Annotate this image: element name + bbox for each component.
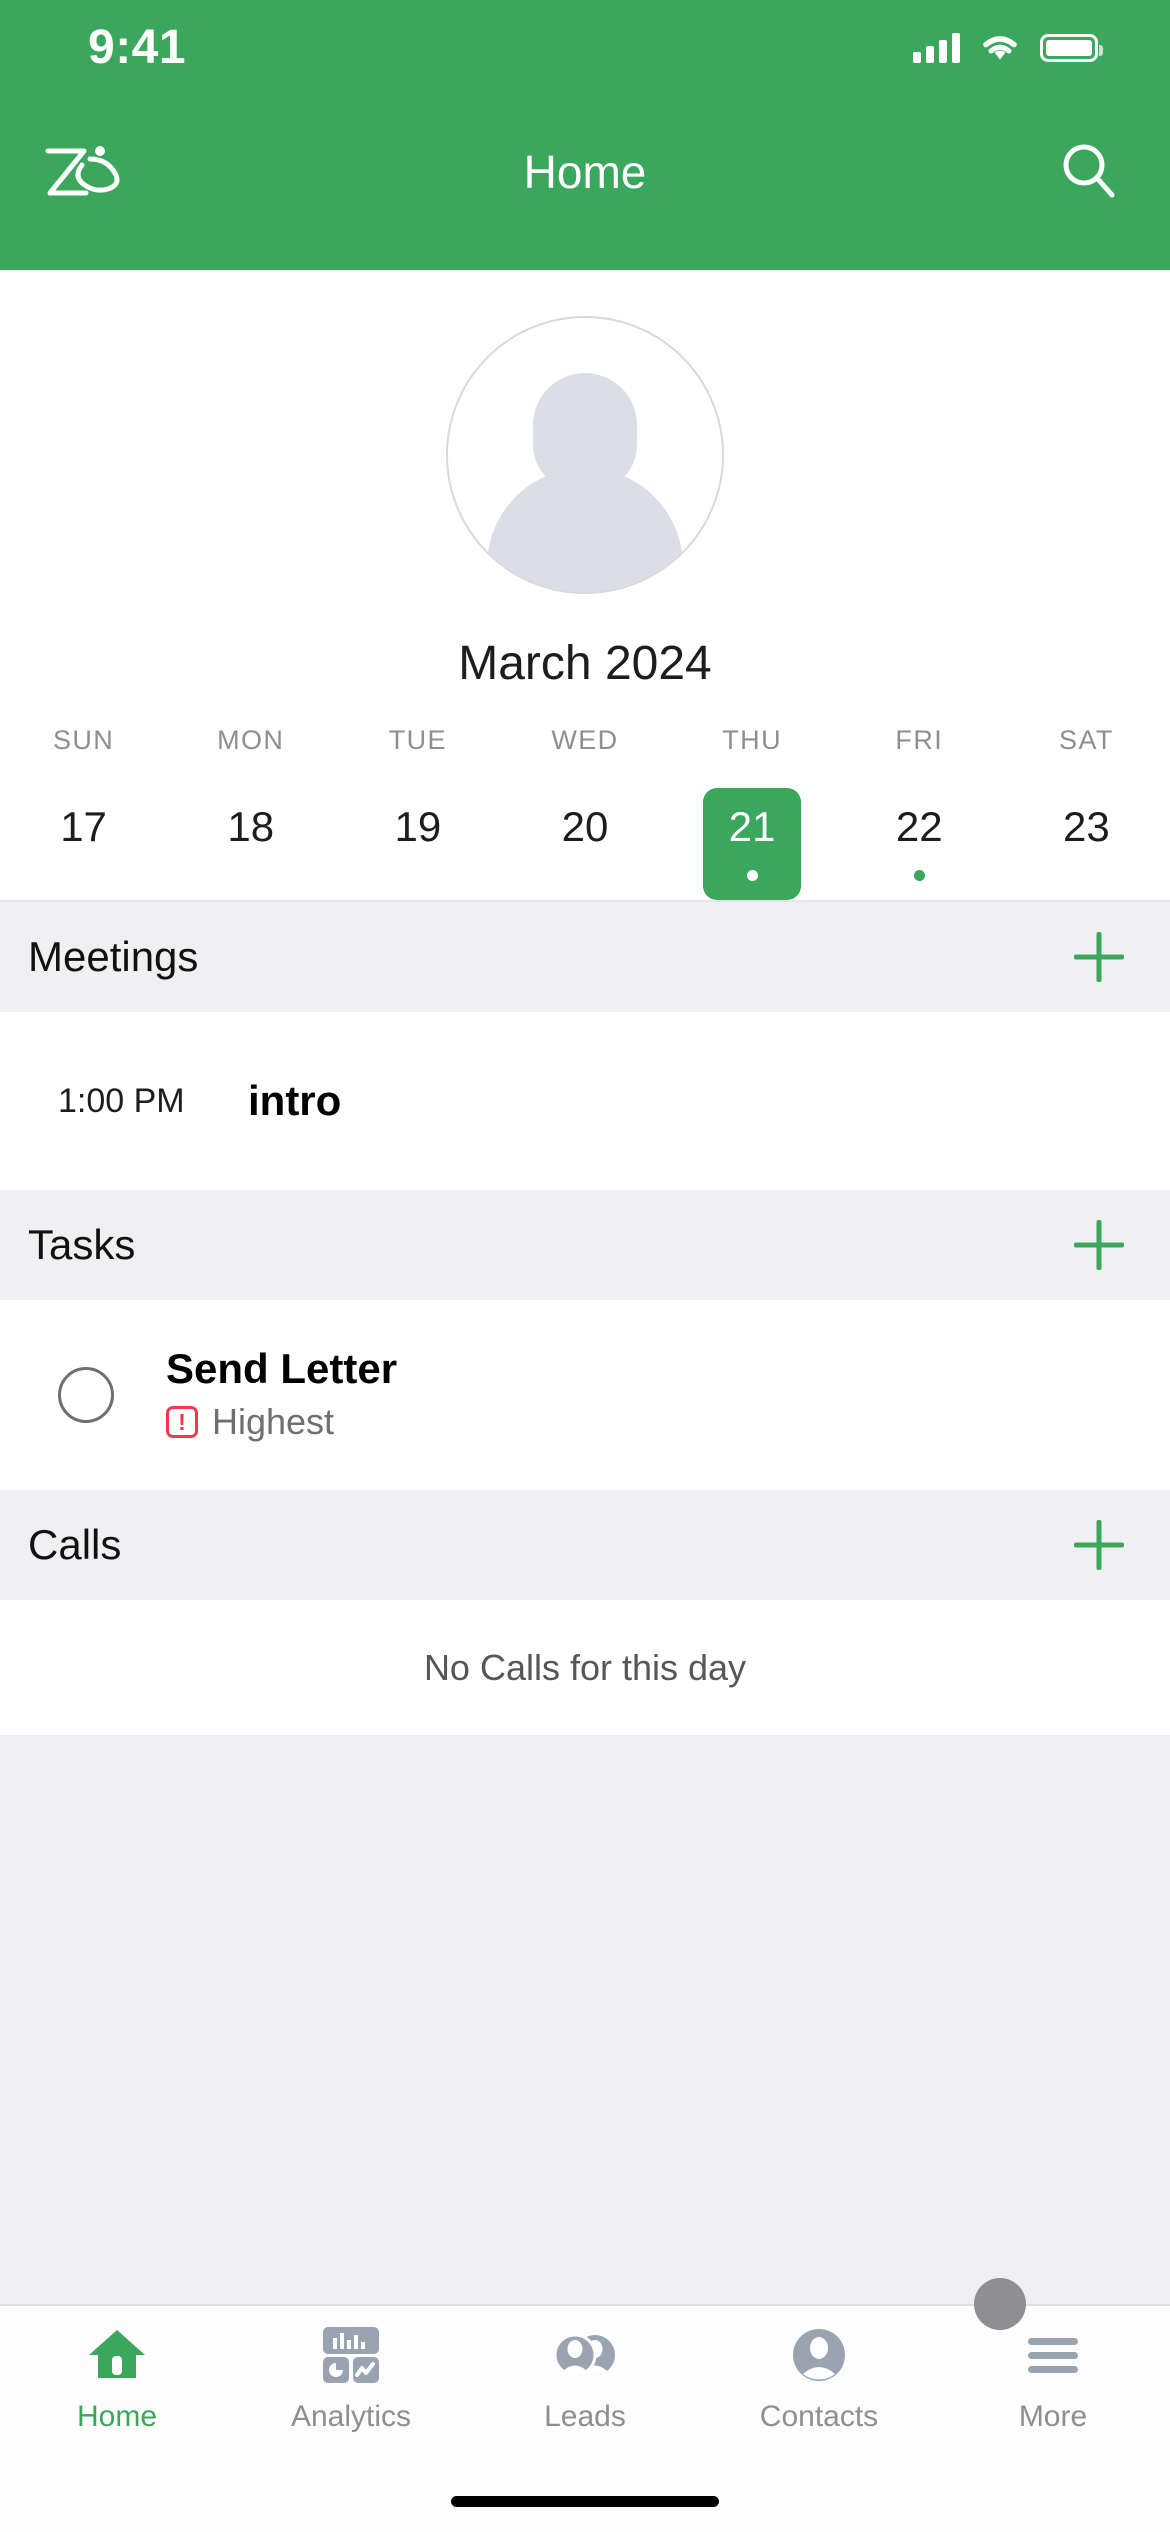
hamburger-menu-icon (1022, 2324, 1084, 2386)
calls-empty-text: No Calls for this day (423, 1646, 747, 1688)
status-bar-clock: 9:41 (88, 21, 187, 74)
task-complete-checkbox[interactable] (58, 1367, 114, 1423)
wifi-icon (980, 33, 1020, 63)
meeting-time: 1:00 PM (58, 1081, 185, 1120)
contact-person-icon (788, 2324, 850, 2386)
task-list-item[interactable]: Send Letter ! Highest (0, 1300, 1170, 1490)
tab-leads[interactable]: Leads (468, 2324, 702, 2434)
calendar-day-dot (913, 870, 925, 881)
weekday-label: MON (217, 725, 285, 755)
calendar-day-pill: 18 (202, 788, 300, 900)
home-content: March 2024 SUN MON TUE WED THU FRI SAT 1… (0, 270, 1170, 2304)
status-bar-indicators (913, 33, 1103, 63)
weekday-label: FRI (895, 725, 944, 755)
meetings-section-header: Meetings (0, 902, 1170, 1012)
calendar-day-pill: 17 (35, 788, 133, 900)
calendar-day-cell[interactable]: 20 (501, 770, 668, 900)
calendar-day-dot (245, 870, 256, 881)
weekday-label: SAT (1059, 725, 1114, 755)
content-filler (0, 1735, 1170, 2304)
home-indicator-area (0, 2470, 1170, 2532)
calendar-day-dot (579, 870, 590, 881)
weekday-label: SUN (52, 725, 115, 755)
user-avatar-placeholder[interactable] (446, 316, 724, 594)
tasks-section-header: Tasks (0, 1190, 1170, 1300)
home-icon (86, 2324, 148, 2386)
calendar-day-dot (1081, 870, 1092, 881)
cellular-signal-icon (913, 33, 960, 63)
tab-home[interactable]: Home (0, 2324, 234, 2434)
home-indicator[interactable] (451, 2495, 719, 2507)
calendar-day-cell[interactable]: 22 (836, 770, 1003, 900)
calendar-day-dot (78, 870, 89, 881)
calendar-day-dot (412, 870, 423, 881)
tasks-title: Tasks (28, 1221, 136, 1268)
battery-full-icon (1040, 34, 1103, 62)
calendar-date-row: 17 18 19 20 21 22 23 (0, 770, 1170, 900)
task-details: Send Letter ! Highest (166, 1344, 398, 1443)
tab-label-analytics: Analytics (290, 2400, 412, 2433)
calls-section-header: Calls (0, 1490, 1170, 1600)
calendar-month-label: March 2024 (458, 637, 712, 690)
meetings-title: Meetings (28, 933, 199, 980)
calls-title: Calls (28, 1521, 122, 1568)
calendar-day-cell[interactable]: 19 (334, 770, 501, 900)
tab-label-more: More (1018, 2400, 1088, 2433)
calendar-day-pill: 20 (536, 788, 634, 900)
task-priority-label: Highest (212, 1401, 335, 1443)
tab-analytics[interactable]: Analytics (234, 2324, 468, 2434)
calendar-day-pill: 23 (1037, 788, 1135, 900)
calendar-day-cell-selected[interactable]: 21 (669, 770, 836, 900)
calendar-day-cell[interactable]: 17 (0, 770, 167, 900)
calendar-day-pill: 19 (369, 788, 467, 900)
weekday-label: WED (551, 725, 619, 755)
tab-contacts[interactable]: Contacts (702, 2324, 936, 2434)
zia-logo[interactable] (38, 141, 126, 203)
calendar-day-cell[interactable]: 18 (167, 770, 334, 900)
calendar-day-number: 20 (561, 803, 609, 850)
tab-label-contacts: Contacts (759, 2400, 879, 2433)
touch-cursor-indicator (974, 2278, 1026, 2330)
calendar-day-number: 23 (1063, 803, 1110, 850)
tab-label-home: Home (76, 2400, 158, 2433)
add-task-button[interactable] (1072, 1218, 1126, 1272)
calendar-day-dot (746, 870, 758, 881)
app-screen: 9:41 Home March 2024 SUN MON TUE WED THU… (0, 0, 1170, 2532)
tab-more[interactable]: More (936, 2324, 1170, 2434)
calls-empty-state: No Calls for this day (0, 1600, 1170, 1735)
meeting-list-item[interactable]: 1:00 PM intro (0, 1012, 1170, 1190)
tab-label-leads: Leads (544, 2400, 626, 2433)
weekday-label: THU (722, 725, 782, 755)
add-meeting-button[interactable] (1072, 930, 1126, 984)
calendar-day-pill: 22 (870, 788, 968, 900)
task-title: Send Letter (166, 1344, 398, 1392)
calendar-day-number: 21 (728, 803, 776, 850)
avatar-section (0, 270, 1170, 594)
avatar-body-shape (487, 468, 683, 592)
analytics-dashboard-icon (320, 2324, 382, 2386)
meeting-name: intro (248, 1077, 342, 1124)
calendar-weekday-row: SUN MON TUE WED THU FRI SAT (0, 725, 1170, 756)
calendar-day-number: 22 (895, 803, 943, 850)
task-priority: ! Highest (166, 1401, 397, 1443)
weekday-label: TUE (388, 725, 447, 755)
search-icon[interactable] (1056, 139, 1122, 205)
page-title: Home (523, 146, 647, 198)
calendar-day-number: 18 (227, 803, 275, 850)
priority-exclamation-icon: ! (166, 1406, 198, 1439)
calendar-day-number: 19 (394, 803, 442, 850)
leads-people-icon (554, 2324, 616, 2386)
calendar-day-cell[interactable]: 23 (1003, 770, 1170, 900)
add-call-button[interactable] (1072, 1518, 1126, 1572)
calendar-day-number: 17 (60, 803, 107, 850)
status-bar: 9:41 (0, 0, 1170, 96)
calendar-day-pill: 21 (703, 788, 802, 900)
navigation-bar: Home (0, 96, 1170, 270)
